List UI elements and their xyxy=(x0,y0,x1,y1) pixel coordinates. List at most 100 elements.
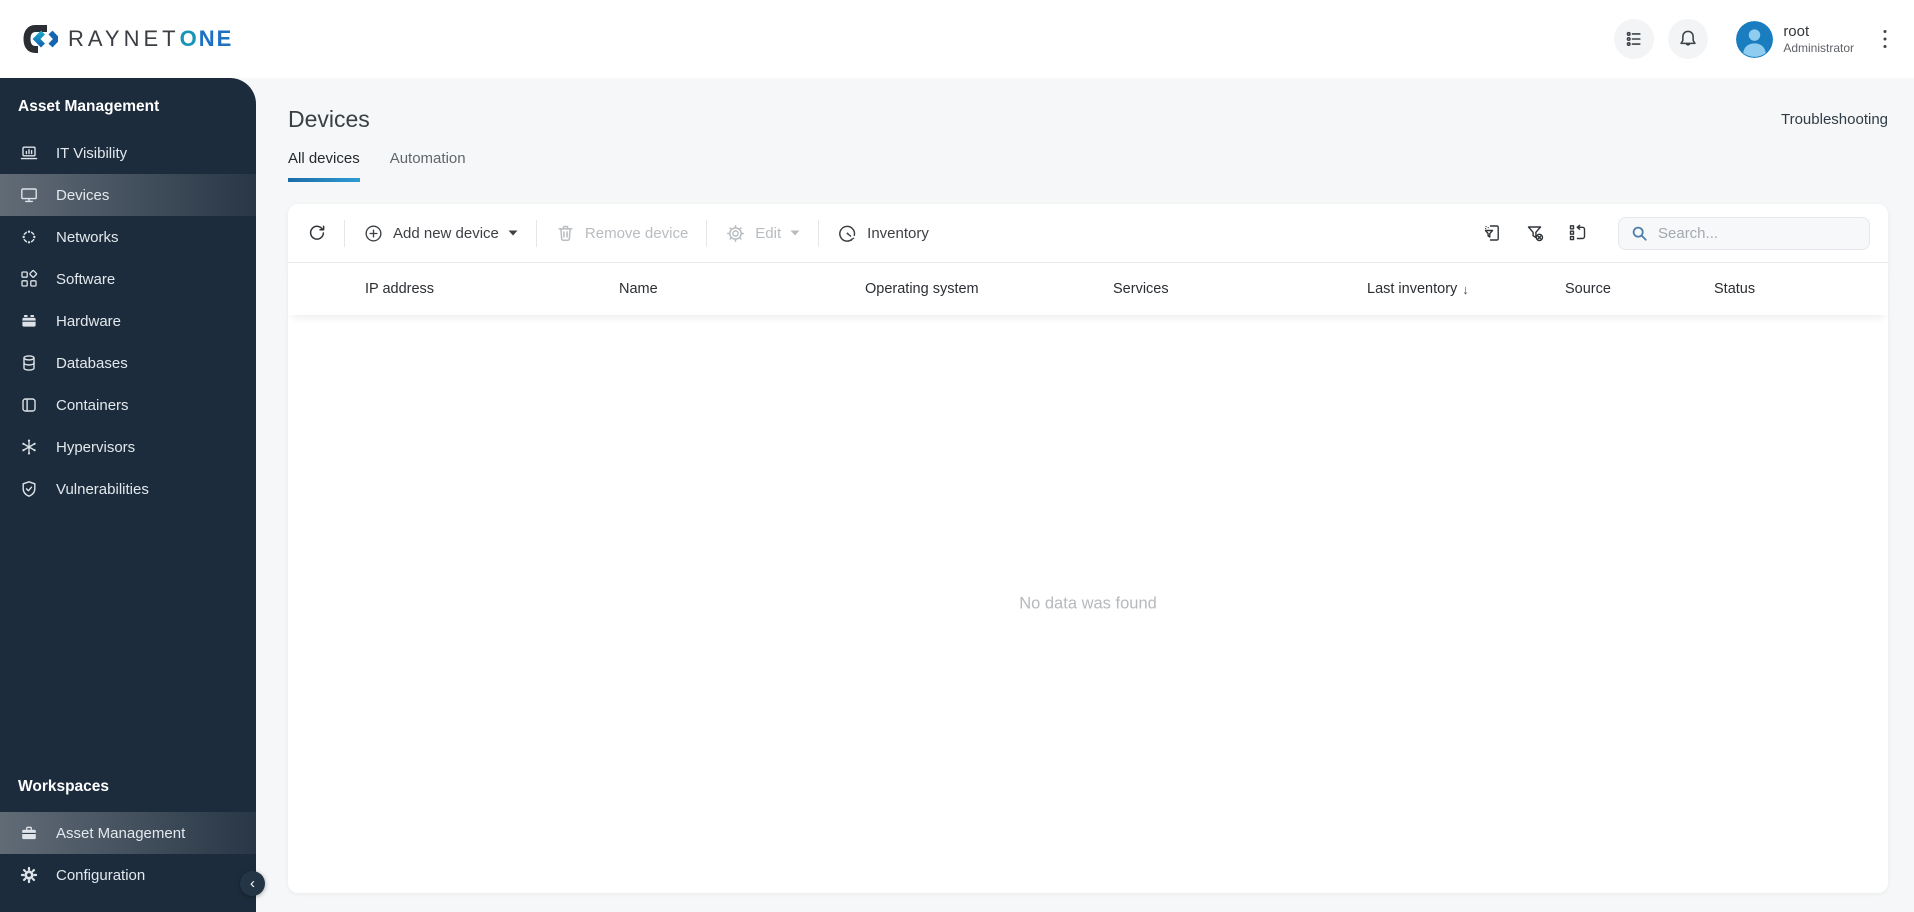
user-name: root xyxy=(1783,23,1810,41)
sidebar-item-hardware[interactable]: Hardware xyxy=(0,300,256,342)
filter-document-icon xyxy=(1481,222,1503,244)
task-list-button[interactable] xyxy=(1614,19,1655,59)
filter-settings-button[interactable] xyxy=(1481,222,1503,244)
gauge-icon xyxy=(837,223,858,244)
remove-device-button[interactable]: Remove device xyxy=(553,223,690,244)
gear-edit-icon xyxy=(725,223,746,244)
empty-state-message: No data was found xyxy=(1019,594,1157,613)
refresh-icon xyxy=(306,222,328,244)
kebab-menu-button[interactable] xyxy=(1878,24,1892,54)
user-menu[interactable]: root Administrator xyxy=(1736,20,1854,58)
sort-desc-icon: ↓ xyxy=(1462,281,1469,297)
software-boxes-icon xyxy=(18,269,40,289)
tab-bar: All devices Automation xyxy=(288,150,1888,182)
search-icon xyxy=(1630,224,1649,243)
sidebar-item-devices[interactable]: Devices xyxy=(0,174,256,216)
clear-filter-button[interactable] xyxy=(1524,222,1546,244)
devices-card: Add new device Remove device Edit Invent… xyxy=(288,204,1888,893)
page-title: Devices xyxy=(288,106,370,132)
toolbar-divider xyxy=(535,219,537,247)
toolbar-divider xyxy=(344,219,345,247)
toolbar-divider xyxy=(818,219,820,247)
logo-wordmark: RAYNETONE xyxy=(68,26,234,51)
kebab-menu-icon xyxy=(1882,28,1888,50)
laptop-chart-icon xyxy=(18,143,40,163)
column-chooser-icon xyxy=(1567,222,1589,244)
edit-button[interactable]: Edit xyxy=(723,223,802,244)
checklist-icon xyxy=(1623,28,1645,50)
column-header-source[interactable]: Source xyxy=(1565,281,1714,297)
column-header-last-inventory[interactable]: Last inventory ↓ xyxy=(1367,281,1565,297)
sidebar-item-label: Networks xyxy=(56,228,119,246)
sidebar-item-hypervisors[interactable]: Hypervisors xyxy=(0,426,256,468)
app-logo[interactable]: RAYNETONE xyxy=(18,19,233,59)
search-box xyxy=(1618,216,1870,250)
sidebar-collapse-button[interactable]: ‹ xyxy=(240,871,265,896)
workspace-item-asset-management[interactable]: Asset Management xyxy=(0,812,256,854)
user-avatar-icon xyxy=(1736,20,1774,58)
search-input[interactable] xyxy=(1658,224,1858,242)
avatar xyxy=(1736,20,1774,58)
workspace-item-configuration[interactable]: Configuration xyxy=(0,854,256,896)
hypervisor-hub-icon xyxy=(18,437,40,457)
plus-circle-icon xyxy=(363,223,384,244)
sidebar: Asset Management IT Visibility Devices N… xyxy=(0,78,265,912)
inventory-button[interactable]: Inventory xyxy=(835,223,931,244)
collapse-chevron-icon: ‹ xyxy=(250,875,255,892)
sidebar-item-label: Devices xyxy=(56,186,110,204)
column-chooser-button[interactable] xyxy=(1567,222,1589,244)
sidebar-item-containers[interactable]: Containers xyxy=(0,384,256,426)
toolbar-right xyxy=(1481,216,1870,250)
column-header-name[interactable]: Name xyxy=(619,281,865,297)
sidebar-item-databases[interactable]: Databases xyxy=(0,342,256,384)
add-new-device-label: Add new device xyxy=(393,224,499,242)
toolbar-divider xyxy=(706,219,708,247)
sidebar-item-vulnerabilities[interactable]: Vulnerabilities xyxy=(0,468,256,510)
column-header-ip-address[interactable]: IP address xyxy=(365,281,619,297)
sidebar-section-title: Asset Management xyxy=(18,98,160,115)
edit-label: Edit xyxy=(755,224,782,242)
troubleshooting-link[interactable]: Troubleshooting xyxy=(1781,111,1888,128)
tab-all-devices[interactable]: All devices xyxy=(288,150,360,182)
sidebar-item-label: Databases xyxy=(56,354,128,372)
user-role: Administrator xyxy=(1783,40,1854,55)
topbar-actions: root Administrator xyxy=(1614,19,1892,59)
sidebar-item-software[interactable]: Software xyxy=(0,258,256,300)
user-info: root Administrator xyxy=(1783,23,1854,54)
sidebar-item-label: Containers xyxy=(56,396,129,414)
column-header-operating-system[interactable]: Operating system xyxy=(865,281,1113,297)
sidebar-item-networks[interactable]: Networks xyxy=(0,216,256,258)
database-icon xyxy=(18,353,40,373)
caret-down-icon xyxy=(790,230,800,236)
caret-down-icon xyxy=(508,230,518,236)
network-icon xyxy=(18,227,40,247)
workspaces-title: Workspaces xyxy=(18,778,110,795)
notifications-button[interactable] xyxy=(1668,19,1709,59)
tab-automation[interactable]: Automation xyxy=(390,150,466,182)
monitor-icon xyxy=(18,185,40,205)
column-header-status[interactable]: Status xyxy=(1714,281,1868,297)
inventory-label: Inventory xyxy=(867,224,929,242)
table-header-row: IP address Name Operating system Service… xyxy=(288,263,1888,315)
gear-icon xyxy=(18,865,40,885)
sidebar-nav: IT Visibility Devices Networks Software … xyxy=(0,132,256,510)
briefcase-icon xyxy=(18,823,40,843)
sidebar-item-label: Vulnerabilities xyxy=(56,480,149,498)
app-root: RAYNETONE root Administrator Asset Manag… xyxy=(0,0,1914,912)
sidebar-item-label: Hypervisors xyxy=(56,438,136,456)
sidebar-item-it-visibility[interactable]: IT Visibility xyxy=(0,132,256,174)
table-body: No data was found xyxy=(288,315,1888,893)
bell-icon xyxy=(1677,28,1699,50)
raynet-logo-icon xyxy=(18,19,58,59)
sidebar-workspaces: Workspaces Asset Management Configuratio… xyxy=(0,778,256,912)
hardware-box-icon xyxy=(18,311,40,331)
trash-icon xyxy=(555,223,576,244)
workspace-item-label: Asset Management xyxy=(56,824,186,842)
sidebar-item-label: Software xyxy=(56,270,116,288)
column-header-services[interactable]: Services xyxy=(1113,281,1367,297)
refresh-button[interactable] xyxy=(306,222,328,244)
add-new-device-button[interactable]: Add new device xyxy=(361,223,520,244)
container-icon xyxy=(18,395,40,415)
top-header: RAYNETONE root Administrator xyxy=(0,0,1914,78)
